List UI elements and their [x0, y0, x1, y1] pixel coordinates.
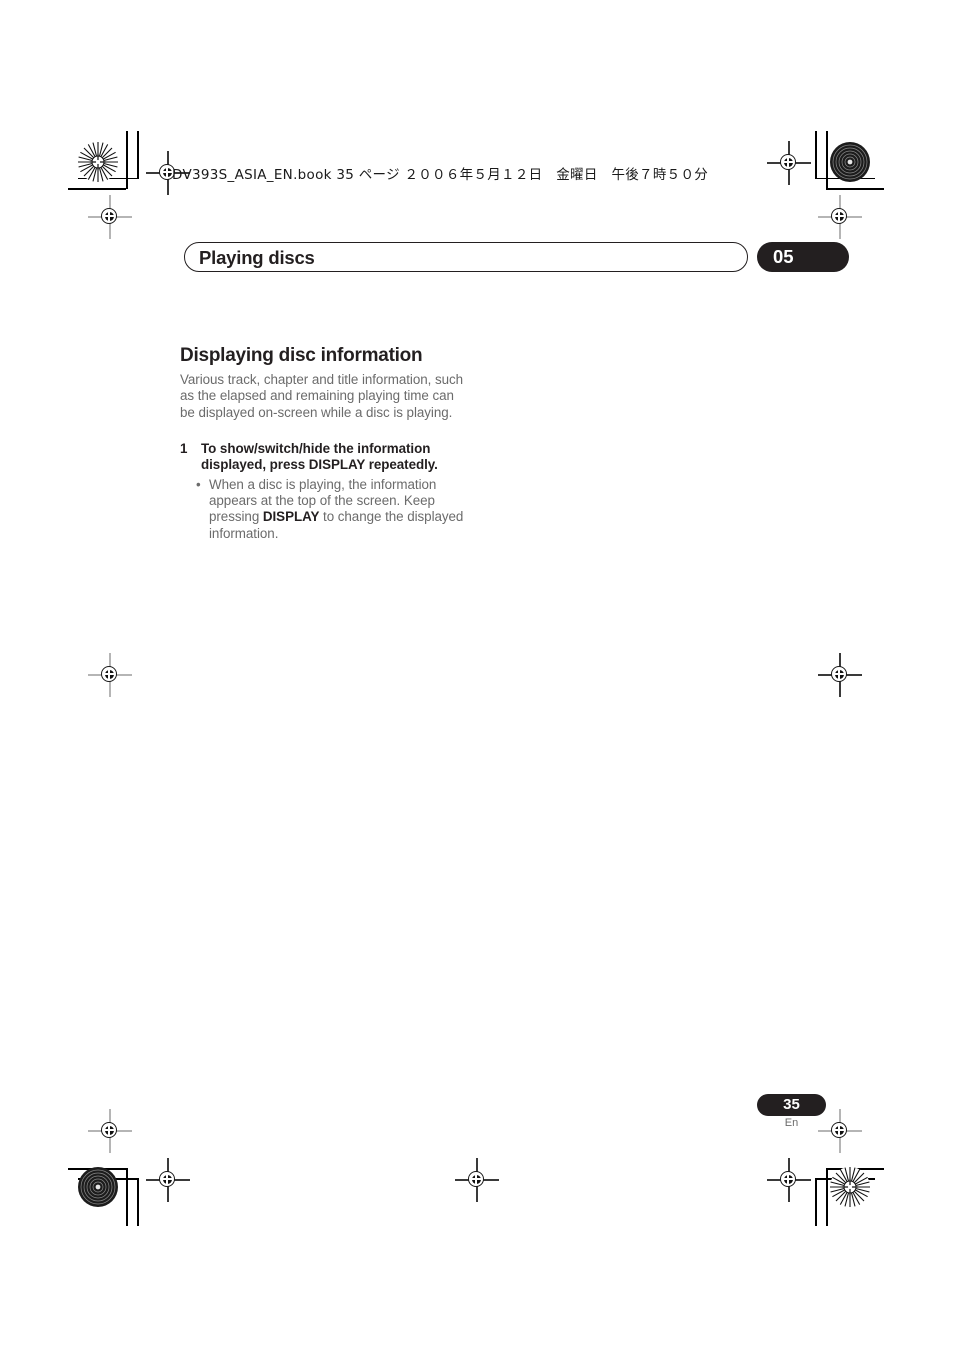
step-text: To show/switch/hide the information disp… — [201, 440, 438, 473]
chapter-title-bar: Playing discs — [184, 242, 748, 272]
book-file-header: DV393S_ASIA_EN.book 35 ページ ２００６年５月１２日 金曜… — [172, 167, 709, 183]
page-number-badge: 35 — [757, 1094, 826, 1116]
registration-mark-bottom-right-inner — [767, 1158, 811, 1202]
language-label: En — [784, 1117, 799, 1129]
display-button-reference: DISPLAY — [262, 509, 320, 525]
registration-mark-bottom-center — [455, 1158, 499, 1202]
registration-mark-top-right-inner — [767, 141, 811, 185]
chapter-number-badge: 05 — [757, 242, 849, 272]
section-intro-paragraph: Various track, chapter and title informa… — [180, 371, 464, 420]
registration-mark-top-right-outer — [818, 195, 862, 239]
registration-mark-top-left-outer — [88, 195, 132, 239]
concentric-mark-bottom-left — [77, 1166, 119, 1208]
registration-mark-bottom-left-outer — [88, 1109, 132, 1153]
starburst-mark-top-left — [77, 141, 119, 183]
chapter-number: 05 — [773, 246, 794, 267]
list-item: • When a disc is playing, the informatio… — [180, 477, 470, 543]
chapter-title: Playing discs — [199, 247, 315, 268]
instruction-step-1: 1 To show/switch/hide the information di… — [180, 441, 470, 474]
section-heading: Displaying disc information — [180, 345, 423, 366]
step-number: 1 — [180, 440, 188, 456]
registration-mark-middle-left — [88, 653, 132, 697]
registration-mark-bottom-right-outer — [818, 1109, 862, 1153]
starburst-mark-bottom-right — [829, 1166, 871, 1208]
step-notes-list: • When a disc is playing, the informatio… — [180, 477, 470, 543]
bullet-icon: • — [196, 476, 201, 492]
registration-mark-middle-right — [818, 653, 862, 697]
content-column: Displaying disc information Various trac… — [180, 344, 470, 542]
registration-mark-bottom-left-inner — [146, 1158, 190, 1202]
page-number: 35 — [783, 1096, 800, 1113]
concentric-mark-top-right — [829, 141, 871, 183]
document-page: DV393S_ASIA_EN.book 35 ページ ２００６年５月１２日 金曜… — [0, 0, 954, 1351]
